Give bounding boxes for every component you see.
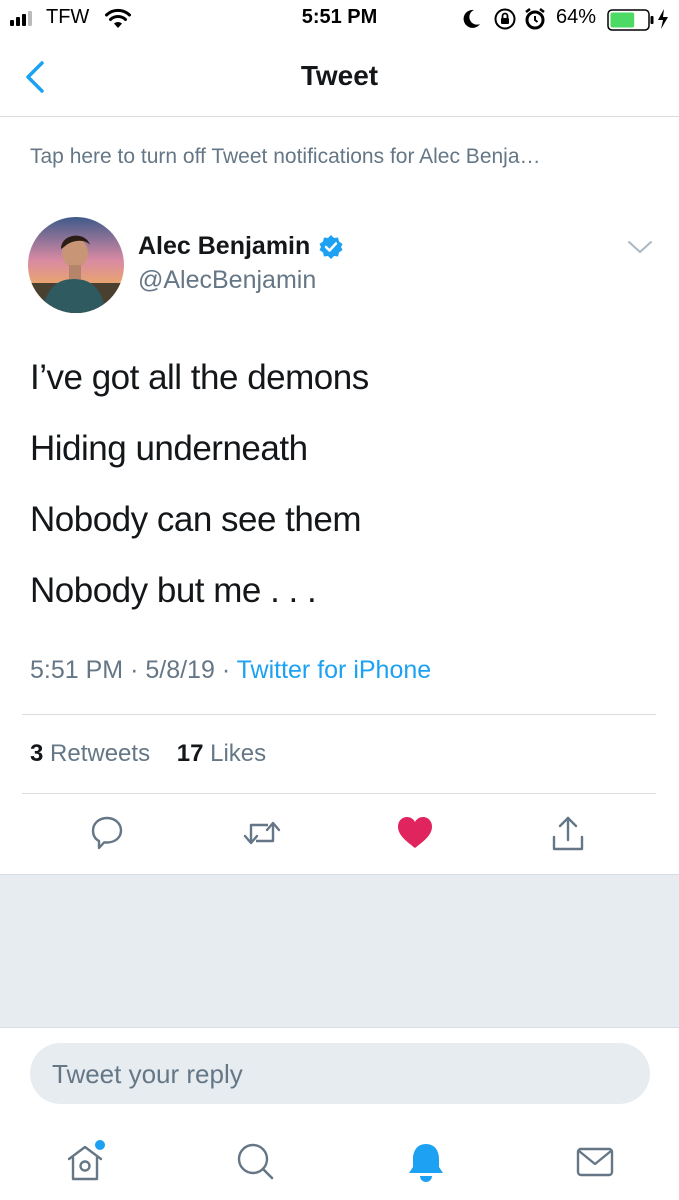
divider	[22, 793, 656, 794]
retweet-icon[interactable]	[242, 815, 282, 851]
tweet-meta: 5:51 PM · 5/8/19 · Twitter for iPhone	[30, 656, 431, 685]
retweet-label: Retweets	[50, 740, 151, 767]
alarm-icon	[525, 8, 545, 30]
battery-icon	[607, 9, 654, 31]
orientation-lock-icon	[494, 8, 516, 30]
messages-icon[interactable]	[574, 1140, 618, 1184]
engagement-stats: 3 Retweets 17 Likes	[30, 740, 266, 768]
empty-replies-area	[0, 874, 679, 1028]
author-name-text[interactable]: Alec Benjamin	[138, 232, 310, 261]
meta-separator: ·	[221, 656, 231, 684]
tweet-text-line: I’ve got all the demons	[30, 358, 369, 397]
notifications-icon[interactable]	[404, 1140, 448, 1184]
page-title: Tweet	[300, 60, 379, 91]
reply-placeholder[interactable]: Tweet your reply	[52, 1059, 243, 1090]
search-icon[interactable]	[234, 1140, 278, 1184]
tweet-time: 5:51 PM	[30, 656, 124, 684]
meta-separator: ·	[130, 656, 139, 684]
author-name[interactable]: Alec Benjamin	[138, 232, 344, 261]
retweets-stat[interactable]: 3 Retweets	[30, 740, 150, 767]
status-bar: TFW 5:51 PM 64%	[0, 0, 679, 40]
reply-icon[interactable]	[90, 815, 124, 851]
likes-stat[interactable]: 17 Likes	[177, 740, 266, 767]
tweet-text-line: Hiding underneath	[30, 429, 308, 468]
battery-percent: 64%	[556, 6, 597, 28]
like-label: Likes	[210, 740, 267, 767]
tweet-source-link[interactable]: Twitter for iPhone	[237, 656, 432, 684]
avatar[interactable]	[28, 217, 124, 313]
verified-badge-icon	[319, 234, 343, 259]
like-heart-icon[interactable]	[396, 815, 434, 851]
charging-icon	[658, 9, 668, 29]
home-icon[interactable]	[64, 1140, 108, 1184]
divider	[22, 714, 656, 715]
notification-toggle-banner[interactable]: Tap here to turn off Tweet notifications…	[30, 145, 541, 169]
retweet-count: 3	[30, 740, 44, 767]
tweet-text-line: Nobody but me . . .	[30, 571, 317, 610]
tweet-text-line: Nobody can see them	[30, 500, 361, 539]
like-count: 17	[176, 740, 204, 767]
author-handle[interactable]: @AlecBenjamin	[138, 266, 316, 295]
chevron-down-icon[interactable]	[626, 238, 654, 256]
home-notification-dot	[95, 1140, 105, 1150]
do-not-disturb-icon	[463, 9, 480, 28]
share-icon[interactable]	[550, 815, 586, 853]
divider	[0, 116, 679, 117]
tweet-date: 5/8/19	[145, 656, 215, 684]
